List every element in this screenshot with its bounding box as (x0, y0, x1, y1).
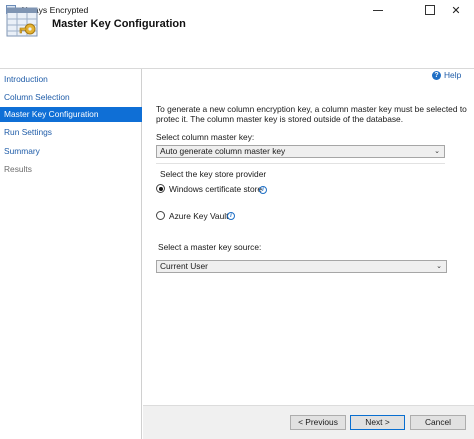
page-title: Master Key Configuration (52, 18, 186, 30)
wizard-key-icon (6, 7, 38, 37)
sidebar-item-summary[interactable]: Summary (0, 144, 142, 159)
help-label: Help (444, 70, 462, 80)
minimize-icon (373, 9, 383, 11)
cancel-button[interactable]: Cancel (410, 415, 466, 430)
sidebar-item-results: Results (4, 164, 32, 174)
description-text: To generate a new column encryption key,… (156, 104, 467, 124)
azure-key-vault-label[interactable]: Azure Key Vault (169, 211, 228, 221)
azure-key-vault-radio[interactable] (156, 211, 165, 220)
master-key-source-dropdown[interactable]: Current User ⌄ (156, 260, 447, 273)
sidebar-item-run-settings[interactable]: Run Settings (0, 125, 142, 140)
column-master-key-value: Auto generate column master key (160, 146, 286, 156)
windows-certificate-store-radio[interactable] (156, 184, 165, 193)
maximize-icon (425, 5, 435, 15)
info-icon[interactable]: i (227, 212, 235, 220)
minimize-button[interactable] (362, 0, 394, 20)
windows-certificate-store-label[interactable]: Windows certificate store (169, 184, 262, 194)
sidebar-item-column-selection[interactable]: Column Selection (0, 90, 142, 105)
column-master-key-dropdown[interactable]: Auto generate column master key ⌄ (156, 145, 445, 158)
help-link[interactable]: ? Help (432, 70, 461, 80)
chevron-down-icon: ⌄ (434, 148, 440, 155)
close-button[interactable]: ✕ (440, 0, 472, 20)
help-icon: ? (432, 70, 441, 80)
chevron-down-icon: ⌄ (436, 263, 442, 270)
next-button[interactable]: Next > (350, 415, 405, 430)
key-store-provider-label: Select the key store provider (160, 169, 267, 179)
sidebar-item-master-key-configuration[interactable]: Master Key Configuration (0, 107, 142, 122)
previous-button[interactable]: < Previous (290, 415, 346, 430)
sidebar-item-introduction[interactable]: Introduction (0, 72, 142, 87)
master-key-source-label: Select a master key source: (158, 242, 262, 252)
master-key-source-value: Current User (160, 261, 208, 271)
close-icon: ✕ (451, 4, 461, 17)
column-master-key-label: Select column master key: (156, 132, 255, 142)
wizard-sidebar: Introduction Column Selection Master Key… (0, 69, 142, 439)
info-icon[interactable]: i (259, 186, 267, 194)
